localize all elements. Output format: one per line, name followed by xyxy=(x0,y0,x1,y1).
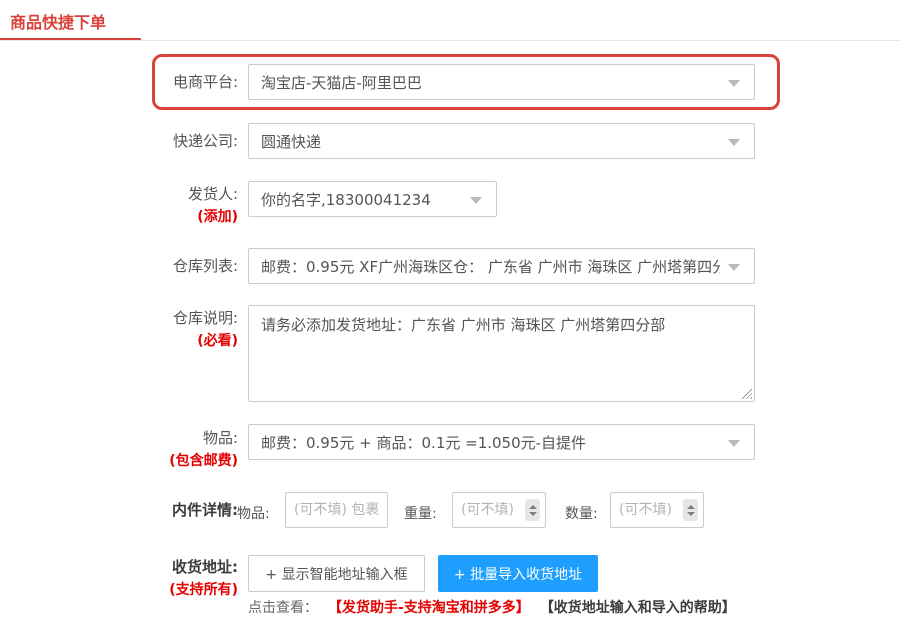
stepper-up-icon[interactable] xyxy=(687,505,695,509)
stepper-up-icon[interactable] xyxy=(529,505,537,509)
help-line: 点击查看： 【发货助手-支持淘宝和拼多多】 【收货地址输入和导入的帮助】 xyxy=(248,597,736,617)
stepper-down-icon[interactable] xyxy=(687,512,695,516)
courier-select-value: 圆通快递 xyxy=(261,131,321,152)
sender-select-value: 你的名字,18300041234 xyxy=(261,189,431,210)
address-label: 收货地址: (支持所有) xyxy=(30,559,238,599)
tab-quick-order[interactable]: 商品快捷下单 xyxy=(10,9,106,33)
platform-label: 电商平台: xyxy=(30,74,238,91)
sender-select[interactable]: 你的名字,18300041234 xyxy=(248,181,497,217)
contents-label: 内件详情: xyxy=(30,502,238,519)
qty-stepper[interactable] xyxy=(683,499,698,521)
dropdown-arrow-icon xyxy=(728,139,740,146)
contents-item-input-wrap xyxy=(285,492,388,528)
show-smart-address-input-button[interactable]: + 显示智能地址输入框 xyxy=(248,555,425,592)
sender-add-link[interactable]: (添加) xyxy=(30,209,238,226)
contents-weight-input-wrap xyxy=(452,492,546,528)
header-divider xyxy=(0,40,901,41)
contents-item-label: 物品: xyxy=(237,503,270,523)
warehouse-list-select-value: 邮费：0.95元 XF广州海珠区仓： 广东省 广州市 海珠区 广州塔第四分部 xyxy=(261,256,720,277)
contents-qty-input-wrap xyxy=(610,492,704,528)
item-select[interactable]: 邮费：0.95元 + 商品：0.1元 =1.050元-自提件 xyxy=(248,424,755,460)
bulk-import-address-button[interactable]: + 批量导入收货地址 xyxy=(438,555,598,592)
contents-item-input[interactable] xyxy=(285,492,388,528)
contents-weight-label: 重量: xyxy=(404,503,437,523)
weight-stepper[interactable] xyxy=(525,499,540,521)
contents-qty-label: 数量: xyxy=(565,503,598,523)
platform-select[interactable]: 淘宝店-天猫店-阿里巴巴 xyxy=(248,64,755,100)
platform-select-value: 淘宝店-天猫店-阿里巴巴 xyxy=(261,72,422,93)
dropdown-arrow-icon xyxy=(470,197,482,204)
dropdown-arrow-icon xyxy=(728,264,740,271)
shipping-assistant-help-link[interactable]: 【发货助手-支持淘宝和拼多多】 xyxy=(328,597,530,617)
warehouse-list-label: 仓库列表: xyxy=(30,258,238,275)
courier-label: 快递公司: xyxy=(30,133,238,150)
warehouse-note-textarea[interactable]: 请务必添加发货地址：广东省 广州市 海珠区 广州塔第四分部 xyxy=(248,305,755,402)
warehouse-note-field-wrap: 请务必添加发货地址：广东省 广州市 海珠区 广州塔第四分部 xyxy=(248,305,755,402)
dropdown-arrow-icon xyxy=(728,80,740,87)
help-prefix: 点击查看： xyxy=(248,597,318,617)
item-label: 物品: (包含邮费) xyxy=(30,430,238,470)
courier-select[interactable]: 圆通快递 xyxy=(248,123,755,159)
stepper-down-icon[interactable] xyxy=(529,512,537,516)
dropdown-arrow-icon xyxy=(728,440,740,447)
warehouse-note-label: 仓库说明: (必看) xyxy=(30,310,238,350)
item-select-value: 邮费：0.95元 + 商品：0.1元 =1.050元-自提件 xyxy=(261,432,586,453)
address-import-help-link[interactable]: 【收货地址输入和导入的帮助】 xyxy=(540,597,736,617)
warehouse-list-select[interactable]: 邮费：0.95元 XF广州海珠区仓： 广东省 广州市 海珠区 广州塔第四分部 xyxy=(248,248,755,284)
sender-label: 发货人: (添加) xyxy=(30,186,238,226)
